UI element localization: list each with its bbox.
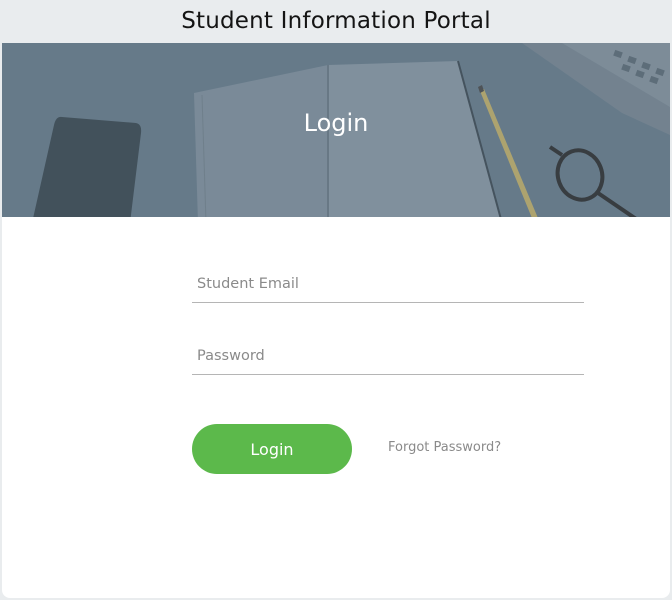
login-heading: Login xyxy=(303,109,369,137)
portal-header: Student Information Portal xyxy=(0,0,672,43)
page-title: Student Information Portal xyxy=(181,7,491,34)
forgot-password-link[interactable]: Forgot Password? xyxy=(388,440,501,455)
login-button[interactable]: Login xyxy=(192,424,352,474)
login-card: Login Login Forgot Password? xyxy=(2,43,670,598)
student-email-field[interactable] xyxy=(192,265,584,303)
password-field[interactable] xyxy=(192,337,584,375)
hero-banner: Login xyxy=(2,43,670,217)
